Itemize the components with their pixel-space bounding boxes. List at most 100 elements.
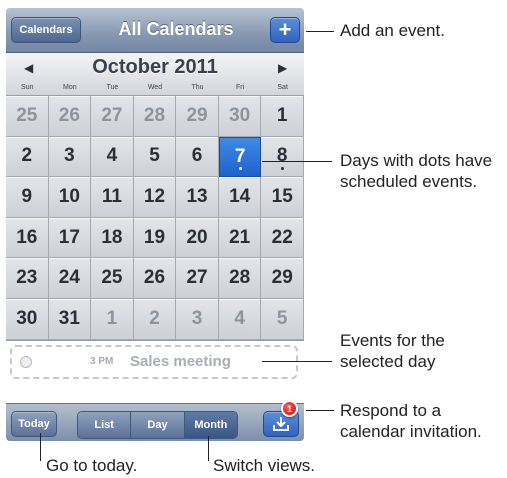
day-cell[interactable]: 3: [176, 298, 219, 340]
day-cell[interactable]: 25: [6, 96, 49, 137]
day-cell[interactable]: 18: [91, 217, 134, 259]
month-title: October 2011: [92, 56, 218, 78]
leader-line: [208, 436, 209, 461]
day-number: 15: [271, 185, 293, 207]
day-cell[interactable]: 27: [91, 96, 134, 137]
day-number: 21: [229, 226, 251, 248]
day-number: 29: [271, 267, 293, 289]
day-cell[interactable]: 24: [48, 258, 92, 299]
day-cell[interactable]: 23: [6, 258, 49, 299]
day-cell[interactable]: 28: [218, 258, 262, 299]
nav-title: All Calendars: [118, 19, 234, 39]
day-number: 26: [58, 104, 80, 126]
day-number: 27: [186, 267, 208, 289]
day-cell[interactable]: 14: [218, 177, 262, 218]
day-cell[interactable]: 22: [261, 217, 304, 259]
day-cell[interactable]: 8: [261, 136, 304, 178]
day-number: 5: [276, 307, 288, 329]
day-cell[interactable]: 4: [91, 136, 134, 178]
event-time: 3 PM: [90, 356, 114, 367]
day-cell[interactable]: 15: [261, 177, 304, 218]
day-cell[interactable]: 10: [48, 177, 92, 218]
calendar-app: Calendars All Calendars + ◀ October 2011…: [6, 8, 304, 441]
event-dot-icon: [280, 167, 284, 171]
day-cell[interactable]: 29: [261, 258, 304, 299]
weekday-label: Thu: [191, 84, 204, 91]
day-cell[interactable]: 29: [176, 96, 219, 137]
day-cell[interactable]: 12: [133, 177, 177, 218]
day-cell[interactable]: 27: [176, 258, 219, 299]
day-number: 20: [186, 226, 208, 248]
day-number: 24: [58, 267, 80, 289]
callout-dots: Days with dots have scheduled events.: [340, 151, 493, 191]
day-cell[interactable]: 2: [6, 136, 49, 178]
event-dot-icon: [238, 167, 242, 171]
day-cell[interactable]: 6: [176, 136, 219, 178]
callout-switch-views: Switch views.: [213, 456, 316, 475]
day-cell[interactable]: 9: [6, 177, 49, 218]
day-number: 4: [106, 145, 118, 167]
day-number: 30: [229, 104, 251, 126]
left-arrow-icon[interactable]: ◀: [24, 61, 33, 75]
day-cell[interactable]: 30: [218, 96, 262, 137]
callout-add-event: Add an event.: [340, 21, 445, 40]
view-tab-month[interactable]: Month: [184, 412, 237, 438]
day-number: 26: [143, 267, 166, 289]
event-list: 3 PM Sales meeting: [6, 340, 304, 403]
event-row[interactable]: 3 PM Sales meeting: [10, 345, 298, 379]
navigation-bar: Calendars All Calendars +: [6, 8, 304, 53]
add-event-button[interactable]: +: [270, 17, 300, 43]
weekday-label: Mon: [63, 84, 77, 91]
day-cell[interactable]: 31: [48, 298, 92, 340]
day-cell[interactable]: 3: [48, 136, 92, 178]
day-number: 11: [101, 185, 122, 207]
weekday-row: Sun Mon Tue Wed Thu Fri Sat: [6, 84, 304, 94]
right-arrow-icon[interactable]: ▶: [278, 61, 287, 75]
day-cell[interactable]: 2: [133, 298, 177, 340]
day-number: 22: [271, 226, 293, 248]
leader-line: [262, 161, 332, 162]
day-number: 5: [149, 145, 160, 167]
day-number: 3: [64, 145, 75, 167]
day-number: 14: [229, 185, 251, 207]
day-cell[interactable]: 17: [48, 217, 92, 259]
view-tab-day[interactable]: Day: [131, 412, 185, 438]
day-cell[interactable]: 19: [133, 217, 177, 259]
day-cell[interactable]: 4: [218, 298, 262, 340]
day-cell[interactable]: 11: [91, 177, 134, 218]
day-number: 2: [21, 145, 33, 167]
view-switcher: List Day Month: [77, 411, 238, 439]
day-cell[interactable]: 20: [176, 217, 219, 259]
bottom-toolbar: Today List Day Month: [6, 403, 304, 441]
weekday-label: Sun: [21, 84, 34, 91]
day-cell[interactable]: 5: [133, 136, 177, 178]
day-number: 23: [16, 267, 38, 289]
day-cell[interactable]: 1: [91, 298, 134, 340]
day-number: 25: [101, 267, 123, 289]
weekday-label: Sat: [277, 84, 288, 91]
day-cell[interactable]: 13: [176, 177, 219, 218]
day-cell-selected[interactable]: 7: [218, 136, 262, 178]
view-tab-list[interactable]: List: [78, 412, 132, 438]
day-cell[interactable]: 21: [218, 217, 262, 259]
day-number: 30: [16, 307, 38, 329]
day-cell[interactable]: 16: [6, 217, 49, 259]
weekday-label: Fri: [236, 84, 245, 91]
day-cell[interactable]: 26: [133, 258, 177, 299]
day-cell[interactable]: 28: [133, 96, 177, 137]
day-number: 7: [234, 145, 246, 167]
day-cell[interactable]: 5: [261, 298, 304, 340]
calendars-button[interactable]: Calendars: [11, 17, 81, 43]
today-button[interactable]: Today: [11, 411, 57, 437]
day-cell[interactable]: 25: [91, 258, 134, 299]
day-number: 16: [16, 226, 38, 248]
day-cell[interactable]: 1: [261, 96, 304, 137]
callout-events-for-day: Events for the selected day: [340, 331, 445, 371]
day-cell[interactable]: 26: [48, 96, 92, 137]
day-cell[interactable]: 30: [6, 298, 49, 340]
day-number: 1: [276, 104, 288, 126]
event-title: Sales meeting: [130, 353, 231, 370]
day-number: 9: [21, 185, 33, 207]
day-number: 4: [234, 307, 245, 329]
weekday-label: Tue: [106, 84, 119, 91]
